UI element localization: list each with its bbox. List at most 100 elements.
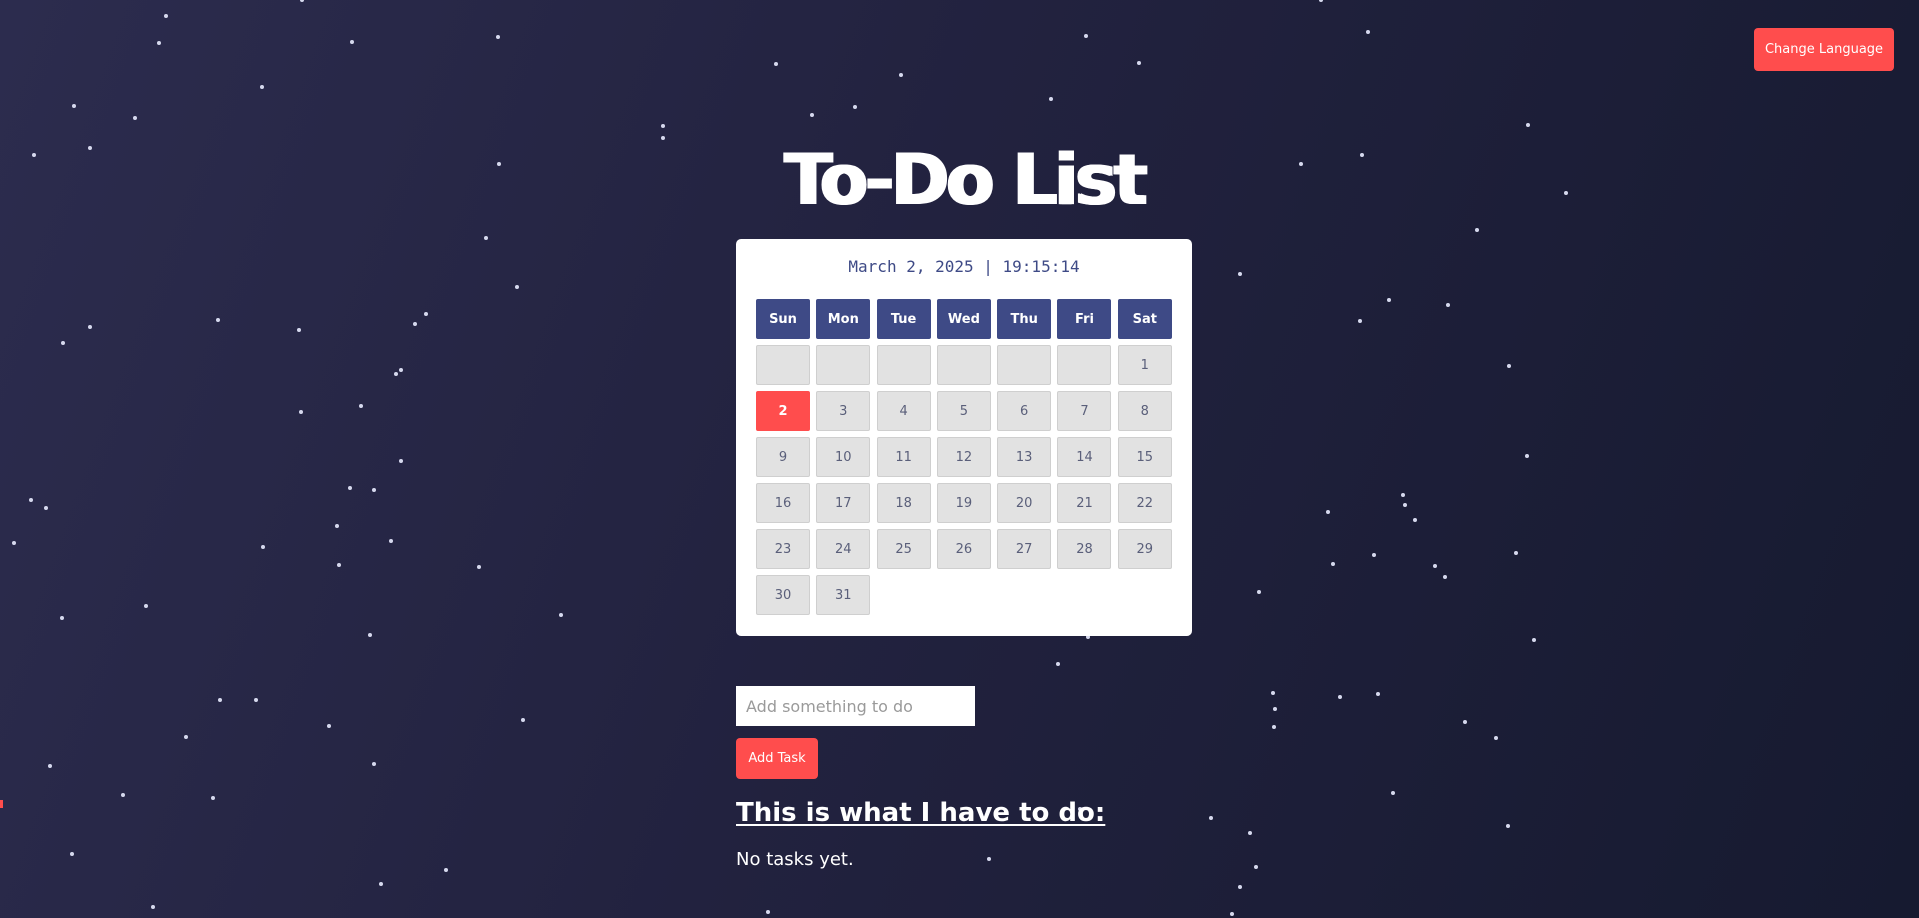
star-decoration bbox=[497, 162, 501, 166]
star-decoration bbox=[211, 796, 215, 800]
star-decoration bbox=[72, 104, 76, 108]
star-decoration bbox=[348, 486, 352, 490]
calendar-day[interactable]: 6 bbox=[997, 391, 1052, 431]
calendar-day[interactable]: 26 bbox=[936, 529, 991, 569]
calendar-empty-cell bbox=[756, 345, 810, 385]
calendar-day[interactable]: 14 bbox=[1057, 437, 1112, 477]
calendar-day[interactable]: 28 bbox=[1057, 529, 1112, 569]
star-decoration bbox=[359, 404, 363, 408]
calendar-day[interactable]: 23 bbox=[756, 529, 810, 569]
star-decoration bbox=[1209, 816, 1213, 820]
star-decoration bbox=[1238, 885, 1242, 889]
calendar-day[interactable]: 4 bbox=[876, 391, 931, 431]
weekday-header: Sun bbox=[756, 299, 810, 339]
star-decoration bbox=[1443, 575, 1447, 579]
calendar-day[interactable]: 29 bbox=[1117, 529, 1172, 569]
star-decoration bbox=[661, 136, 665, 140]
star-decoration bbox=[766, 910, 770, 914]
star-decoration bbox=[337, 563, 341, 567]
star-decoration bbox=[899, 73, 903, 77]
star-decoration bbox=[144, 604, 148, 608]
star-decoration bbox=[297, 328, 301, 332]
star-decoration bbox=[151, 905, 155, 909]
star-decoration bbox=[164, 14, 168, 18]
star-decoration bbox=[261, 545, 265, 549]
calendar-day[interactable]: 11 bbox=[876, 437, 931, 477]
star-decoration bbox=[1358, 319, 1362, 323]
calendar-day[interactable]: 13 bbox=[997, 437, 1052, 477]
star-decoration bbox=[12, 541, 16, 545]
empty-tasks-message: No tasks yet. bbox=[736, 849, 854, 870]
calendar-day[interactable]: 19 bbox=[936, 483, 991, 523]
star-decoration bbox=[1084, 34, 1088, 38]
star-decoration bbox=[1319, 0, 1323, 2]
star-decoration bbox=[987, 857, 991, 861]
star-decoration bbox=[1463, 720, 1467, 724]
star-decoration bbox=[1137, 61, 1141, 65]
calendar-day[interactable]: 1 bbox=[1117, 345, 1172, 385]
weekday-header: Tue bbox=[876, 299, 931, 339]
calendar-day[interactable]: 10 bbox=[816, 437, 871, 477]
star-decoration bbox=[70, 852, 74, 856]
star-decoration bbox=[379, 882, 383, 886]
calendar-day[interactable]: 17 bbox=[816, 483, 871, 523]
calendar-day[interactable]: 20 bbox=[997, 483, 1052, 523]
calendar-day[interactable]: 24 bbox=[816, 529, 871, 569]
task-input[interactable] bbox=[736, 686, 975, 726]
calendar-day[interactable]: 7 bbox=[1057, 391, 1112, 431]
star-decoration bbox=[1257, 590, 1261, 594]
star-decoration bbox=[368, 633, 372, 637]
star-decoration bbox=[1401, 493, 1405, 497]
star-decoration bbox=[1507, 364, 1511, 368]
star-decoration bbox=[1446, 303, 1450, 307]
star-decoration bbox=[335, 524, 339, 528]
star-decoration bbox=[1238, 272, 1242, 276]
page-title: To-Do List bbox=[784, 139, 1147, 221]
calendar-day[interactable]: 31 bbox=[816, 575, 871, 615]
weekday-header: Thu bbox=[997, 299, 1052, 339]
star-decoration bbox=[521, 718, 525, 722]
calendar-day[interactable]: 15 bbox=[1117, 437, 1172, 477]
calendar-day[interactable]: 18 bbox=[876, 483, 931, 523]
star-decoration bbox=[1376, 692, 1380, 696]
weekday-header: Sat bbox=[1117, 299, 1172, 339]
star-decoration bbox=[299, 410, 303, 414]
tasks-heading: This is what I have to do: bbox=[736, 798, 1106, 828]
star-decoration bbox=[1413, 518, 1417, 522]
star-decoration bbox=[133, 116, 137, 120]
calendar-day[interactable]: 25 bbox=[876, 529, 931, 569]
star-decoration bbox=[184, 735, 188, 739]
calendar-day[interactable]: 30 bbox=[756, 575, 810, 615]
weekday-header: Wed bbox=[936, 299, 991, 339]
star-decoration bbox=[1254, 865, 1258, 869]
calendar-day[interactable]: 22 bbox=[1117, 483, 1172, 523]
calendar-empty-cell bbox=[1057, 345, 1112, 385]
star-decoration bbox=[1056, 662, 1060, 666]
calendar-empty-cell bbox=[997, 345, 1052, 385]
calendar-day-today[interactable]: 2 bbox=[756, 391, 810, 431]
star-decoration bbox=[1387, 298, 1391, 302]
calendar-day[interactable]: 27 bbox=[997, 529, 1052, 569]
star-decoration bbox=[1433, 564, 1437, 568]
star-decoration bbox=[810, 113, 814, 117]
star-decoration bbox=[29, 498, 33, 502]
star-decoration bbox=[350, 40, 354, 44]
star-decoration bbox=[1049, 97, 1053, 101]
star-decoration bbox=[1299, 162, 1303, 166]
calendar-day[interactable]: 3 bbox=[816, 391, 871, 431]
add-task-button[interactable]: Add Task bbox=[736, 738, 818, 779]
calendar-day[interactable]: 9 bbox=[756, 437, 810, 477]
star-decoration bbox=[1514, 551, 1518, 555]
star-decoration bbox=[853, 105, 857, 109]
calendar-day[interactable]: 16 bbox=[756, 483, 810, 523]
star-decoration bbox=[1366, 30, 1370, 34]
star-decoration bbox=[1372, 553, 1376, 557]
star-decoration bbox=[254, 698, 258, 702]
calendar-day[interactable]: 12 bbox=[936, 437, 991, 477]
star-decoration bbox=[88, 325, 92, 329]
change-language-button[interactable]: Change Language bbox=[1754, 28, 1894, 71]
calendar-day[interactable]: 8 bbox=[1117, 391, 1172, 431]
calendar-day[interactable]: 21 bbox=[1057, 483, 1112, 523]
calendar-day[interactable]: 5 bbox=[936, 391, 991, 431]
star-decoration bbox=[394, 372, 398, 376]
